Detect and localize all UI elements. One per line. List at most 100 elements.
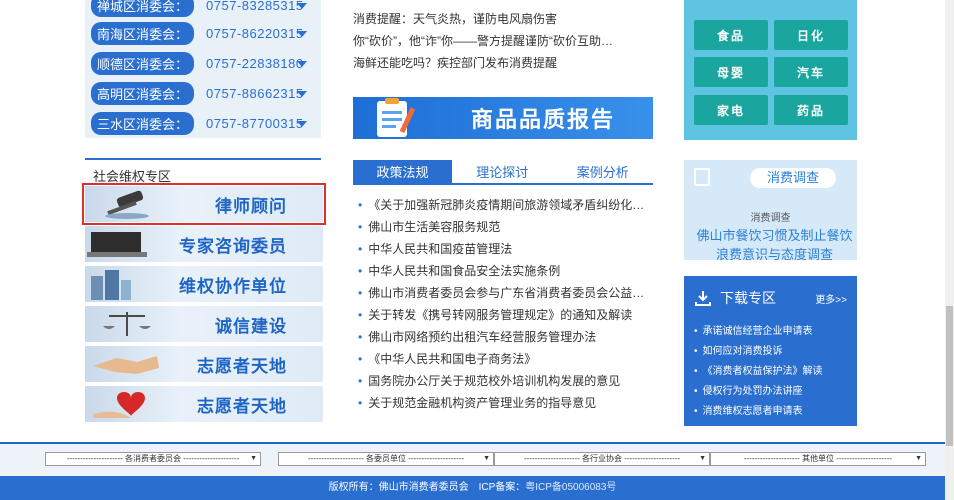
hotline-row[interactable]: 三水区消委会： 0757-87700315 xyxy=(85,108,321,138)
survey-label: 消费调查 xyxy=(750,168,836,188)
tab-policy[interactable]: 政策法规 xyxy=(353,160,452,183)
chevron-down-icon[interactable] xyxy=(297,121,307,127)
policy-list: • 《关于加强新冠肺炎疫情期间旅游领域矛盾纠纷化… • 佛山市生活美容服务规范 • 中… xyxy=(358,194,658,414)
integrity-banner[interactable]: 诚信建设 xyxy=(85,306,323,342)
volunteer-banner-2[interactable]: 志愿者天地 xyxy=(85,386,323,422)
rights-banner-list: 律师顾问 专家咨询委员 维权协作单位 诚信建设 志愿者天地 志愿者天地 xyxy=(82,183,326,426)
hotline-tel: 0757-83285315 xyxy=(206,0,304,13)
list-item[interactable]: • 佛山市网络预约出租汽车经营服务管理办法 xyxy=(358,326,658,348)
list-item[interactable]: • 中华人民共和国食品安全法实施条例 xyxy=(358,260,658,282)
bullet-icon: • xyxy=(358,286,363,300)
category-food[interactable]: 食品 xyxy=(694,20,768,50)
news-link[interactable]: 你“砍价”，他“诈”你——警方提醒谨防“砍价互助… xyxy=(353,30,653,52)
product-category-panel: 食品 日化 母婴 汽车 家电 药品 xyxy=(684,0,857,140)
chevron-down-icon[interactable] xyxy=(297,3,307,9)
industry-associations-select[interactable]: --------------------- 各行业协会 ------------… xyxy=(494,452,710,466)
hotline-tel: 0757-87700315 xyxy=(206,115,304,131)
survey-subtitle: 消费调查 xyxy=(750,213,791,224)
banner-label: 专家咨询委员 xyxy=(179,236,287,256)
hotline-row[interactable]: 顺德区消委会： 0757-22838180 xyxy=(85,48,321,78)
hotline-name: 高明区消委会： xyxy=(91,81,195,105)
download-icon xyxy=(695,291,711,306)
scales-icon xyxy=(103,312,151,336)
bullet-icon: • xyxy=(358,242,363,256)
policy-link[interactable]: 国务院办公厅关于规范校外培训机构发展的意见 xyxy=(368,374,620,388)
banner-label: 诚信建设 xyxy=(215,316,287,336)
consumer-survey-card[interactable]: 消费调查 消费调查 佛山市餐饮习惯及制止餐饮浪费意识与态度调查 xyxy=(684,160,857,260)
more-link[interactable]: 更多>> xyxy=(815,291,847,306)
download-link[interactable]: 消费维权志愿者申请表 xyxy=(694,402,847,422)
policy-link[interactable]: 佛山市消费者委员会参与广东省消费者委员会公益… xyxy=(368,286,644,300)
download-link[interactable]: 《消费者权益保护法》解读 xyxy=(694,362,847,382)
clipboard-icon xyxy=(377,98,416,137)
banner-label: 志愿者天地 xyxy=(197,396,287,416)
bullet-icon: • xyxy=(358,308,363,322)
download-header: 下载专区 更多>> xyxy=(694,288,847,308)
hotline-row[interactable]: 高明区消委会： 0757-88662315 xyxy=(85,78,321,108)
category-auto[interactable]: 汽车 xyxy=(774,57,848,87)
rights-section-heading: 社会维权专区 xyxy=(85,158,321,185)
tab-cases[interactable]: 案例分析 xyxy=(553,160,654,183)
buildings-icon xyxy=(91,270,131,300)
chevron-down-icon[interactable] xyxy=(297,31,307,37)
policy-link[interactable]: 中华人民共和国疫苗管理法 xyxy=(368,242,512,256)
news-link[interactable]: 海鲜还能吃吗？疾控部门发布消费提醒 xyxy=(353,52,653,74)
consumer-committees-select[interactable]: --------------------- 各消费者委员会 ----------… xyxy=(45,452,261,466)
copyright-bar: 版权所有：佛山市消费者委员会 ICP备案：粤ICP备05006083号 xyxy=(0,476,945,500)
hotline-name: 南海区消委会： xyxy=(91,21,195,45)
list-item[interactable]: • 关于规范金融机构资产管理业务的指导意见 xyxy=(358,392,658,414)
category-chemical[interactable]: 日化 xyxy=(774,20,848,50)
category-appliance[interactable]: 家电 xyxy=(694,95,768,125)
category-medicine[interactable]: 药品 xyxy=(774,95,848,125)
list-item[interactable]: • 《关于加强新冠肺炎疫情期间旅游领域矛盾纠纷化… xyxy=(358,194,658,216)
chevron-down-icon[interactable] xyxy=(297,91,307,97)
scrollbar-thumb[interactable] xyxy=(946,306,953,446)
volunteer-banner[interactable]: 志愿者天地 xyxy=(85,346,323,382)
bullet-icon: • xyxy=(358,396,363,410)
list-item[interactable]: • 《中华人民共和国电子商务法》 xyxy=(358,348,658,370)
heart-hands-icon xyxy=(93,392,145,418)
hotline-tel: 0757-88662315 xyxy=(206,85,304,101)
news-link[interactable]: 消费提醒：天气炎热，谨防电风扇伤害 xyxy=(353,8,653,30)
chevron-down-icon[interactable] xyxy=(297,61,307,67)
bullet-icon: • xyxy=(358,352,363,366)
member-units-select[interactable]: --------------------- 各委员单位 ------------… xyxy=(278,452,494,466)
list-item[interactable]: • 中华人民共和国疫苗管理法 xyxy=(358,238,658,260)
bullet-icon: • xyxy=(358,330,363,344)
download-link[interactable]: 侵权行为处罚办法讲座 xyxy=(694,382,847,402)
scrollbar[interactable] xyxy=(945,0,954,500)
list-item[interactable]: • 佛山市消费者委员会参与广东省消费者委员会公益… xyxy=(358,282,658,304)
list-item[interactable]: • 国务院办公厅关于规范校外培训机构发展的意见 xyxy=(358,370,658,392)
list-item[interactable]: • 关于转发《携号转网服务管理规定》的通知及解读 xyxy=(358,304,658,326)
policy-link[interactable]: 佛山市生活美容服务规范 xyxy=(368,220,500,234)
handshake-icon xyxy=(93,356,159,374)
gavel-icon xyxy=(105,190,149,219)
quality-report-banner[interactable]: 商品品质报告 xyxy=(353,97,653,139)
survey-title[interactable]: 佛山市餐饮习惯及制止餐饮浪费意识与态度调查 xyxy=(692,226,857,260)
policy-link[interactable]: 中华人民共和国食品安全法实施条例 xyxy=(368,264,560,278)
banner-label: 维权协作单位 xyxy=(179,276,287,296)
hotline-name: 禅城区消委会： xyxy=(91,0,195,17)
list-item[interactable]: • 佛山市生活美容服务规范 xyxy=(358,216,658,238)
policy-link[interactable]: 关于转发《携号转网服务管理规定》的通知及解读 xyxy=(368,308,632,322)
other-units-select[interactable]: --------------------- 其他单位 -------------… xyxy=(710,452,926,466)
hotline-row[interactable]: 禅城区消委会： 0757-83285315 xyxy=(85,0,321,18)
policy-link[interactable]: 关于规范金融机构资产管理业务的指导意见 xyxy=(368,396,596,410)
cooperation-units-banner[interactable]: 维权协作单位 xyxy=(85,266,323,302)
category-baby[interactable]: 母婴 xyxy=(694,57,768,87)
district-hotlines: 禅城区消委会： 0757-83285315 南海区消委会： 0757-86220… xyxy=(85,0,321,138)
policy-link[interactable]: 《中华人民共和国电子商务法》 xyxy=(368,352,536,366)
policy-tabs: 政策法规 理论探讨 案例分析 xyxy=(353,160,653,185)
expert-committee-banner[interactable]: 专家咨询委员 xyxy=(85,226,323,262)
policy-link[interactable]: 《关于加强新冠肺炎疫情期间旅游领域矛盾纠纷化… xyxy=(368,198,644,212)
hotline-row[interactable]: 南海区消委会： 0757-86220315 xyxy=(85,18,321,48)
bullet-icon: • xyxy=(358,374,363,388)
lawyer-consultant-banner[interactable]: 律师顾问 xyxy=(82,183,326,225)
download-link[interactable]: 如何应对消费投诉 xyxy=(694,342,847,362)
icp-link[interactable]: 粤ICP备05006083号 xyxy=(525,482,616,493)
bullet-icon: • xyxy=(358,220,363,234)
download-link[interactable]: 承诺诚信经营企业申请表 xyxy=(694,322,847,342)
hotline-tel: 0757-86220315 xyxy=(206,25,304,41)
tab-theory[interactable]: 理论探讨 xyxy=(452,160,553,183)
policy-link[interactable]: 佛山市网络预约出租汽车经营服务管理办法 xyxy=(368,330,596,344)
